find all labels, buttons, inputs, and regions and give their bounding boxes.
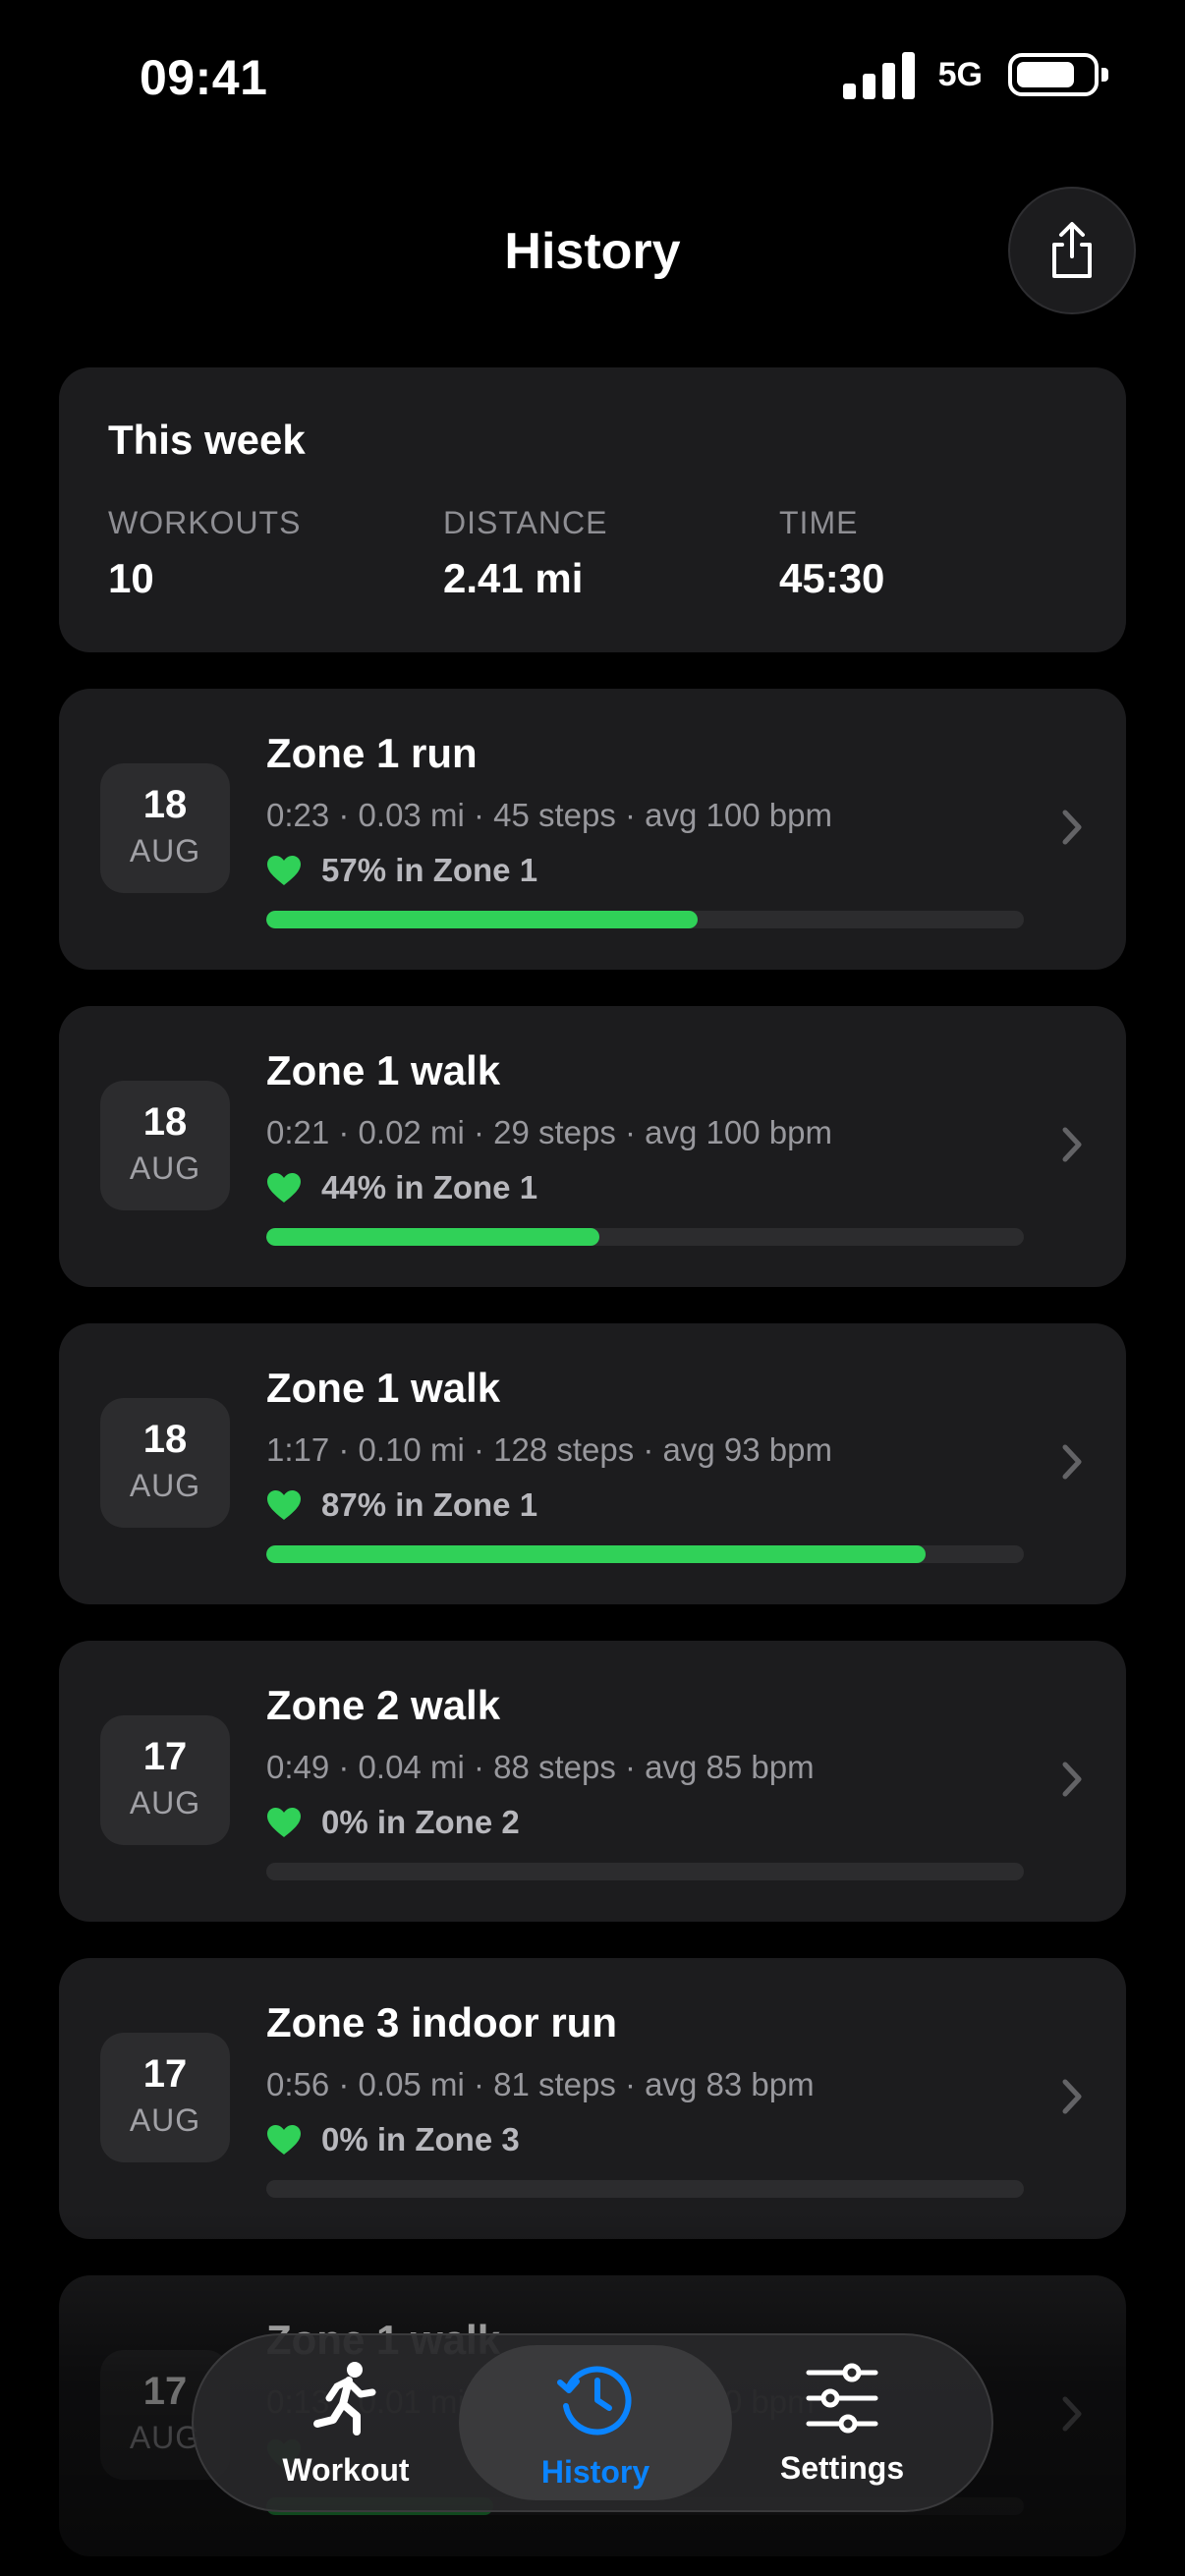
date-month: AUG bbox=[129, 1785, 201, 1820]
zone-text: 87% in Zone 1 bbox=[321, 1486, 538, 1523]
workout-title: Zone 1 walk bbox=[266, 1365, 501, 1411]
workout-card[interactable]: 17 AUG Zone 2 walk 0:49 · 0.04 mi · 88 s… bbox=[59, 1641, 1126, 1922]
share-icon bbox=[1052, 222, 1092, 278]
zone-progress-bar bbox=[266, 1228, 1024, 1246]
stat-value: 45:30 bbox=[779, 555, 885, 601]
zone-summary: 0% in Zone 3 bbox=[266, 2121, 520, 2158]
date-badge: 18 AUG bbox=[100, 1398, 230, 1528]
zone-summary: 57% in Zone 1 bbox=[266, 852, 537, 889]
chevron-right-icon bbox=[1062, 1127, 1082, 1162]
zone-summary: 87% in Zone 1 bbox=[266, 1486, 537, 1524]
summary-title: This week bbox=[108, 417, 306, 463]
workout-meta: 0:49 · 0.04 mi · 88 steps · avg 85 bpm bbox=[266, 1749, 815, 1785]
heart-icon bbox=[267, 1490, 301, 1520]
workout-meta: 1:17 · 0.10 mi · 128 steps · avg 93 bpm bbox=[266, 1431, 832, 1468]
workout-title: Zone 3 indoor run bbox=[266, 1999, 617, 2045]
zone-progress-bar bbox=[266, 2180, 1024, 2198]
chevron-right-icon bbox=[1062, 2079, 1082, 2114]
zone-progress-fill bbox=[266, 911, 699, 928]
clock-history-icon bbox=[557, 2366, 632, 2436]
chevron-right-icon bbox=[1062, 1444, 1082, 1480]
workout-card[interactable]: 17 AUG Zone 3 indoor run 0:56 · 0.05 mi … bbox=[59, 1958, 1126, 2239]
date-month: AUG bbox=[129, 1468, 201, 1503]
status-time: 09:41 bbox=[140, 50, 268, 105]
status-icons: 5G bbox=[842, 45, 1108, 104]
stat-distance: DISTANCE 2.41 mi bbox=[443, 505, 607, 602]
workout-title: Zone 1 walk bbox=[266, 1047, 501, 1093]
tab-history[interactable]: History bbox=[497, 2335, 694, 2510]
date-day: 18 bbox=[142, 1100, 188, 1144]
workout-card[interactable]: 18 AUG Zone 1 walk 1:17 · 0.10 mi · 128 … bbox=[59, 1323, 1126, 1604]
zone-text: 0% in Zone 2 bbox=[321, 1804, 520, 1840]
date-month: AUG bbox=[129, 833, 201, 868]
date-month: AUG bbox=[129, 2102, 201, 2138]
sliders-icon bbox=[806, 2363, 878, 2434]
workout-meta: 0:23 · 0.03 mi · 45 steps · avg 100 bpm bbox=[266, 797, 832, 833]
zone-progress-bar bbox=[266, 1863, 1024, 1880]
chevron-right-icon bbox=[1062, 810, 1082, 845]
running-figure-icon bbox=[313, 2362, 376, 2436]
tab-workout[interactable]: Workout bbox=[248, 2335, 444, 2510]
cellular-signal-icon bbox=[842, 50, 915, 99]
zone-progress-fill bbox=[266, 1545, 926, 1563]
share-button[interactable] bbox=[1008, 187, 1136, 314]
workout-title: Zone 1 run bbox=[266, 730, 478, 776]
zone-text: 0% in Zone 3 bbox=[321, 2121, 520, 2157]
network-type: 5G bbox=[937, 55, 983, 93]
heart-icon bbox=[267, 2125, 301, 2155]
date-badge: 18 AUG bbox=[100, 1081, 230, 1210]
stat-value: 10 bbox=[108, 555, 154, 601]
stat-value: 2.41 mi bbox=[443, 555, 584, 601]
heart-icon bbox=[267, 856, 301, 885]
zone-text: 44% in Zone 1 bbox=[321, 1169, 538, 1205]
tab-label: Settings bbox=[779, 2450, 905, 2486]
weekly-summary-card: This week WORKOUTS 10 DISTANCE 2.41 mi T… bbox=[59, 367, 1126, 652]
date-day: 17 bbox=[142, 2052, 188, 2096]
tab-settings[interactable]: Settings bbox=[744, 2335, 940, 2510]
zone-summary: 0% in Zone 2 bbox=[266, 1804, 520, 1841]
tab-bar: Workout History Settings bbox=[192, 2333, 993, 2512]
date-month: AUG bbox=[129, 1150, 201, 1186]
workout-meta: 0:56 · 0.05 mi · 81 steps · avg 83 bpm bbox=[266, 2066, 815, 2102]
header: History bbox=[0, 187, 1185, 314]
date-day: 17 bbox=[142, 1735, 188, 1778]
date-badge: 17 AUG bbox=[100, 2033, 230, 2162]
zone-progress-bar bbox=[266, 911, 1024, 928]
workout-meta: 0:21 · 0.02 mi · 29 steps · avg 100 bpm bbox=[266, 1114, 832, 1150]
workout-title: Zone 2 walk bbox=[266, 1682, 501, 1728]
stat-label: DISTANCE bbox=[443, 505, 608, 540]
status-bar: 09:41 5G bbox=[0, 0, 1185, 157]
workout-card[interactable]: 18 AUG Zone 1 walk 0:21 · 0.02 mi · 29 s… bbox=[59, 1006, 1126, 1287]
zone-text: 57% in Zone 1 bbox=[321, 852, 538, 888]
workout-card[interactable]: 18 AUG Zone 1 run 0:23 · 0.03 mi · 45 st… bbox=[59, 689, 1126, 970]
date-badge: 17 AUG bbox=[100, 1715, 230, 1845]
tab-label: History bbox=[540, 2454, 650, 2490]
battery-icon bbox=[1008, 53, 1108, 96]
heart-icon bbox=[267, 1808, 301, 1837]
stat-workouts: WORKOUTS 10 bbox=[108, 505, 301, 602]
stat-time: TIME 45:30 bbox=[779, 505, 884, 602]
date-day: 18 bbox=[142, 783, 188, 826]
tab-label: Workout bbox=[282, 2452, 410, 2488]
zone-summary: 44% in Zone 1 bbox=[266, 1169, 537, 1206]
chevron-right-icon bbox=[1062, 1762, 1082, 1797]
heart-icon bbox=[267, 1173, 301, 1203]
date-day: 18 bbox=[142, 1418, 188, 1461]
zone-progress-bar bbox=[266, 1545, 1024, 1563]
date-badge: 18 AUG bbox=[100, 763, 230, 893]
zone-progress-fill bbox=[266, 1228, 600, 1246]
stat-label: WORKOUTS bbox=[108, 505, 302, 540]
stat-label: TIME bbox=[779, 505, 859, 540]
